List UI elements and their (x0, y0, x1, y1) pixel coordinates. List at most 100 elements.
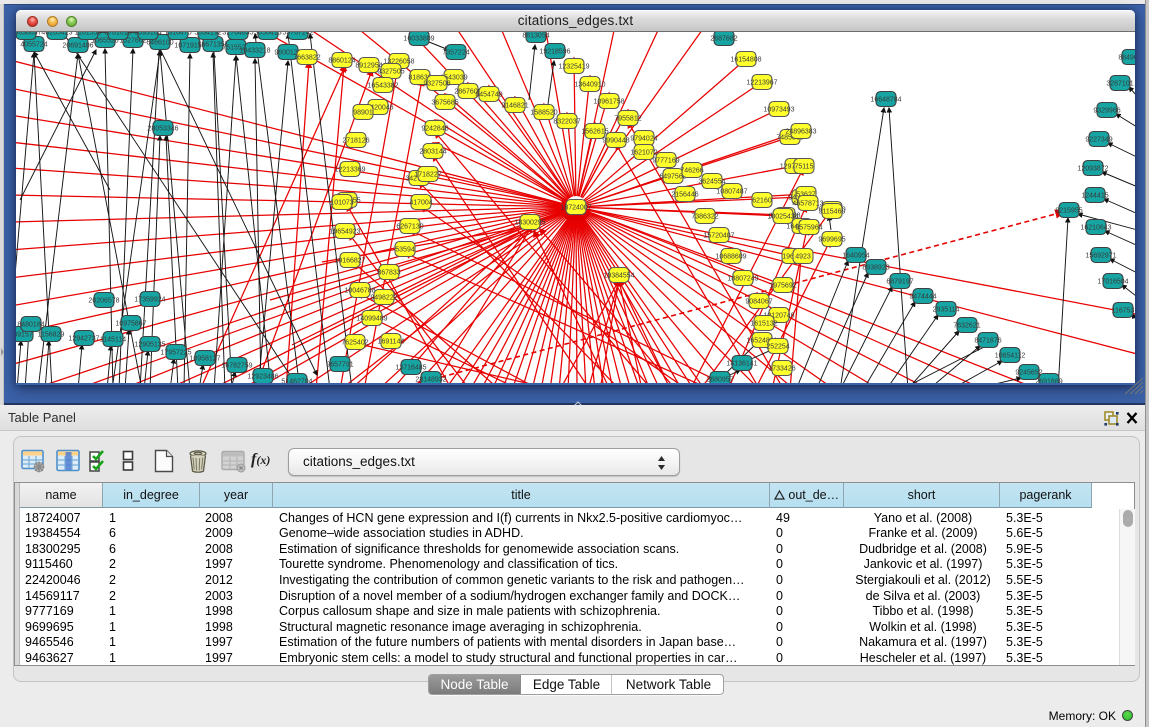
svg-text:13716485: 13716485 (395, 365, 426, 372)
svg-text:0781618: 0781618 (104, 32, 131, 37)
svg-text:10807487: 10807487 (716, 189, 747, 196)
svg-text:17016504: 17016504 (1097, 279, 1128, 286)
svg-text:14136141: 14136141 (726, 361, 757, 368)
svg-text:7625402: 7625402 (341, 340, 368, 347)
svg-text:8322037: 8322037 (553, 119, 580, 126)
svg-text:46578713: 46578713 (792, 201, 823, 208)
svg-text:3624554: 3624554 (698, 179, 725, 186)
svg-text:116753: 116753 (1112, 308, 1135, 315)
svg-text:12942737: 12942737 (68, 336, 99, 343)
svg-text:16648784: 16648784 (870, 97, 901, 104)
svg-text:417004: 417004 (409, 200, 432, 207)
svg-text:18300295: 18300295 (514, 220, 545, 227)
svg-text:1244415: 1244415 (1081, 193, 1108, 200)
svg-text:9699695: 9699695 (818, 237, 845, 244)
svg-text:9084067: 9084067 (745, 299, 772, 306)
svg-text:1975692: 1975692 (769, 283, 796, 290)
svg-text:8215955: 8215955 (1055, 208, 1082, 215)
svg-text:51462704: 51462704 (281, 379, 312, 384)
svg-text:9227349: 9227349 (1085, 137, 1112, 144)
svg-text:90838637: 90838637 (16, 32, 42, 37)
svg-text:9794024: 9794024 (630, 136, 657, 143)
svg-text:3675685: 3675685 (431, 100, 458, 107)
svg-text:1161559: 1161559 (75, 32, 102, 37)
svg-text:4923: 4923 (795, 254, 811, 261)
svg-text:4055724: 4055724 (20, 42, 47, 49)
svg-text:2935114: 2935114 (933, 307, 960, 314)
svg-text:9657791: 9657791 (326, 362, 353, 369)
svg-text:7632621: 7632621 (953, 323, 980, 330)
svg-text:1718227: 1718227 (414, 172, 441, 179)
svg-text:101073: 101073 (330, 200, 353, 207)
svg-text:10973493: 10973493 (763, 107, 794, 114)
svg-text:1145114: 1145114 (100, 337, 126, 344)
svg-text:1691144: 1691144 (378, 339, 405, 346)
svg-text:2803144: 2803144 (419, 149, 446, 156)
svg-text:8849696: 8849696 (1118, 55, 1135, 62)
svg-text:20691406: 20691406 (62, 43, 93, 50)
svg-text:16782759: 16782759 (221, 363, 252, 370)
svg-text:1562615: 1562615 (581, 129, 608, 136)
svg-text:1316475: 1316475 (164, 32, 191, 37)
svg-text:7386322: 7386322 (691, 214, 718, 221)
svg-text:40265423: 40265423 (41, 32, 72, 37)
svg-text:15692971: 15692971 (1085, 253, 1116, 260)
svg-text:7357224: 7357224 (442, 50, 469, 57)
svg-text:18724007: 18724007 (560, 205, 591, 212)
svg-text:2691669: 2691669 (1035, 379, 1062, 384)
svg-text:8480184: 8480184 (17, 322, 44, 329)
svg-text:1588520: 1588520 (530, 110, 557, 117)
svg-text:10975867: 10975867 (115, 321, 146, 328)
svg-text:252254: 252254 (766, 344, 789, 351)
svg-text:8860124: 8860124 (328, 58, 355, 65)
svg-text:10654112: 10654112 (995, 353, 1026, 360)
svg-text:16210643: 16210643 (1080, 225, 1111, 232)
svg-text:12213369: 12213369 (334, 167, 365, 174)
svg-text:62160: 62160 (752, 198, 772, 205)
svg-text:98901: 98901 (353, 110, 373, 117)
svg-text:10961758: 10961758 (593, 99, 624, 106)
svg-text:19218596: 19218596 (539, 49, 570, 56)
svg-text:1733426: 1733426 (768, 366, 795, 373)
svg-text:867833: 867833 (377, 270, 400, 277)
svg-text:9329966: 9329966 (1093, 108, 1120, 115)
svg-text:7955812: 7955812 (614, 116, 641, 123)
svg-text:16033809: 16033809 (403, 36, 434, 43)
svg-text:13640910: 13640910 (574, 82, 605, 89)
svg-text:19384554: 19384554 (603, 273, 634, 280)
svg-text:5534192: 5534192 (194, 32, 221, 37)
svg-text:12213967: 12213967 (746, 80, 777, 87)
svg-text:2156446: 2156446 (671, 192, 698, 199)
svg-text:9115460: 9115460 (819, 209, 846, 216)
svg-text:9474444: 9474444 (909, 294, 936, 301)
svg-text:10046788: 10046788 (344, 288, 375, 295)
svg-text:2687682: 2687682 (710, 36, 737, 43)
svg-text:28053346: 28053346 (147, 126, 178, 133)
svg-text:9575964: 9575964 (795, 225, 822, 232)
svg-text:8471876: 8471876 (974, 338, 1001, 345)
svg-text:7663822: 7663822 (293, 55, 320, 62)
svg-text:12325419: 12325419 (558, 64, 589, 71)
svg-text:9242848: 9242848 (421, 126, 448, 133)
svg-text:12905135: 12905135 (134, 342, 165, 349)
svg-text:16154808: 16154808 (730, 57, 761, 64)
svg-text:9990448: 9990448 (602, 138, 629, 145)
svg-text:3056413: 3056413 (254, 32, 281, 37)
svg-text:8938923: 8938923 (862, 265, 889, 272)
svg-text:9245652: 9245652 (1015, 370, 1042, 377)
svg-text:9327505: 9327505 (377, 69, 404, 76)
svg-text:1640954: 1640954 (842, 253, 869, 260)
svg-text:2718126: 2718126 (342, 138, 369, 145)
svg-text:8813054: 8813054 (522, 33, 549, 40)
svg-text:9146821: 9146821 (501, 103, 528, 110)
svg-text:39157: 39157 (16, 332, 33, 339)
svg-text:19654923: 19654923 (329, 229, 360, 236)
svg-text:14099489: 14099489 (356, 316, 387, 323)
svg-text:28148932: 28148932 (415, 377, 446, 384)
svg-text:2880957: 2880957 (706, 377, 733, 384)
svg-text:15720407: 15720407 (703, 233, 734, 240)
svg-text:9327508: 9327508 (423, 81, 450, 88)
svg-text:10688609: 10688609 (715, 254, 746, 261)
svg-text:9777169: 9777169 (652, 158, 679, 165)
svg-text:32764835: 32764835 (222, 32, 253, 37)
